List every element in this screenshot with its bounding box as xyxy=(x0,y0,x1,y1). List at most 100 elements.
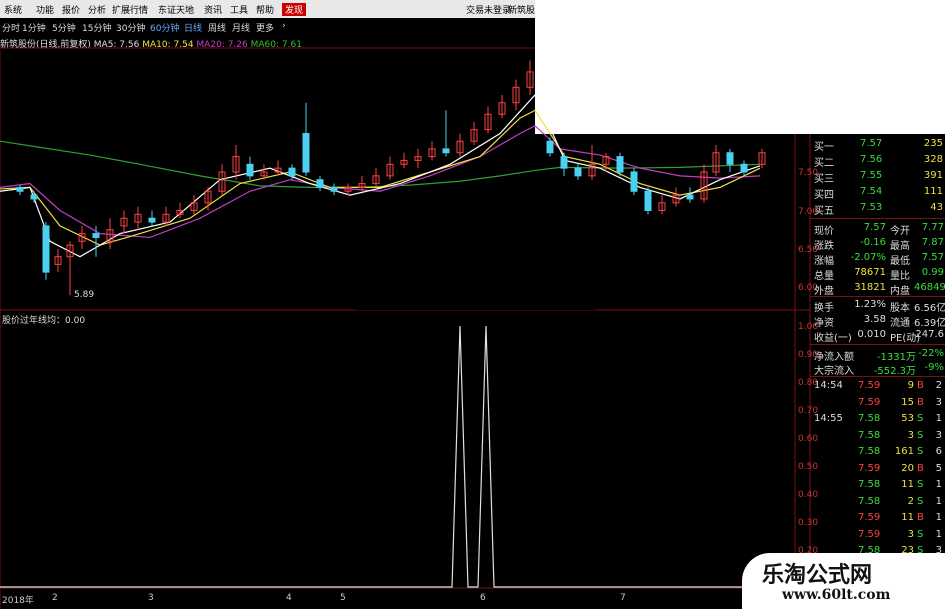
quote-stat-label: 内盘 xyxy=(890,286,910,297)
divider xyxy=(810,296,945,297)
date-axis-label: 2018年 xyxy=(2,596,34,606)
tick-price: 7.58 xyxy=(858,446,881,457)
order-book-price: 7.56 xyxy=(860,154,883,165)
tick-count: 3 xyxy=(935,396,942,408)
tick-price: 7.58 xyxy=(858,429,881,441)
date-axis-label: 7 xyxy=(620,593,626,603)
candle-body xyxy=(92,233,100,238)
tick-price: 7.59 xyxy=(858,462,881,474)
order-book-volume: 391 xyxy=(923,170,943,181)
quote-stat-value: 78671 xyxy=(854,267,886,278)
candle-body xyxy=(616,156,624,173)
quote-stat-label: 涨幅 xyxy=(814,256,834,267)
flow-value: -1331万 xyxy=(876,352,916,363)
tick-direction: B xyxy=(917,396,924,408)
tick-direction: S xyxy=(917,446,924,457)
quote-stat-value: 31821 xyxy=(854,282,886,293)
candle-body xyxy=(644,190,652,211)
quote-stat-label: 总量 xyxy=(814,271,834,282)
quote-stat-value: -2.07% xyxy=(850,252,886,263)
candle-body xyxy=(740,163,748,173)
flow-pct: -9% xyxy=(924,362,944,373)
tick-count: 1 xyxy=(935,528,942,540)
tick-volume: 11 xyxy=(901,479,914,490)
date-axis-label: 4 xyxy=(286,593,292,603)
chart-grid xyxy=(0,47,811,609)
tick-direction: S xyxy=(917,479,924,490)
tick-count: 6 xyxy=(935,446,942,457)
ma20-line xyxy=(0,125,761,239)
date-axis-label: 5 xyxy=(340,593,346,603)
flow-label: 净流入额 xyxy=(814,352,854,363)
tick-volume: 3 xyxy=(907,528,914,540)
fin-stat-value: 247.6 xyxy=(915,329,944,340)
tick-count: 1 xyxy=(935,512,942,523)
tick-volume: 9 xyxy=(907,380,914,391)
order-book-price: 7.54 xyxy=(860,186,883,197)
candles xyxy=(16,60,766,296)
tick-volume: 2 xyxy=(907,495,914,507)
tick-price: 7.59 xyxy=(858,512,881,523)
order-book-label: 买五 xyxy=(814,206,834,217)
quote-stat-value: 7.87 xyxy=(921,237,944,248)
tick-direction: B xyxy=(917,380,924,391)
candle-body xyxy=(148,217,156,223)
candle-body xyxy=(560,156,568,169)
tick-count: 2 xyxy=(935,380,942,391)
order-book-label: 买二 xyxy=(814,158,834,169)
date-axis-label: 3 xyxy=(148,593,154,603)
candle-body xyxy=(302,133,310,173)
tick-count: 3 xyxy=(935,429,942,441)
tick-volume: 11 xyxy=(901,512,914,523)
tick-volume: 3 xyxy=(907,429,914,441)
tick-price: 7.58 xyxy=(858,413,881,424)
quote-stat-label: 现价 xyxy=(814,226,834,237)
quote-stat-label: 量比 xyxy=(890,271,910,282)
order-book-price: 7.53 xyxy=(860,202,883,213)
divider xyxy=(810,218,945,219)
candle-body xyxy=(30,194,38,200)
order-book-label: 买三 xyxy=(814,174,834,185)
tick-price: 7.59 xyxy=(858,396,881,408)
quote-stat-value: 0.99 xyxy=(921,267,944,278)
tick-direction: S xyxy=(917,528,924,540)
tick-count: 1 xyxy=(935,479,942,490)
watermark: 乐淘公式网 www.60lt.com xyxy=(742,553,945,609)
tick-price: 7.58 xyxy=(858,479,881,490)
candle-body xyxy=(330,186,338,192)
divider xyxy=(810,376,945,377)
fin-stat-value: 6.39亿 xyxy=(914,318,945,329)
tick-count: 1 xyxy=(935,495,942,507)
ma60-line xyxy=(0,140,761,188)
watermark-url: www.60lt.com xyxy=(782,587,891,603)
fin-stat-value: 6.56亿 xyxy=(914,303,945,314)
tick-count: 5 xyxy=(935,462,942,474)
candle-body xyxy=(686,194,694,200)
tick-volume: 161 xyxy=(894,446,914,457)
quote-panel: 买一 7.57 235 买二 7.56 328 买三 7.55 391 买四 7.54 111 买五 7.… xyxy=(810,134,945,589)
candle-body xyxy=(42,225,50,273)
tick-volume: 15 xyxy=(901,396,914,408)
fin-stat-value: 1.23% xyxy=(854,299,886,310)
order-book-price: 7.57 xyxy=(860,138,883,149)
indicator-spike-line xyxy=(0,325,795,588)
quote-stat-value: 46849 xyxy=(914,282,945,293)
candle-body xyxy=(316,179,324,188)
quote-stat-value: -0.16 xyxy=(860,237,886,248)
order-book-label: 买一 xyxy=(814,142,834,153)
fin-stat-value: 0.010 xyxy=(857,329,886,340)
tick-time: 14:54 xyxy=(814,380,843,391)
order-book-volume: 111 xyxy=(923,186,943,197)
indicator-title: 股价过年线均：0.00 xyxy=(2,316,86,326)
quote-stat-value: 7.57 xyxy=(921,252,944,263)
ma10-line xyxy=(0,109,761,246)
quote-stat-label: 最低 xyxy=(890,256,910,267)
candle-body xyxy=(574,167,582,177)
tick-volume: 53 xyxy=(901,413,914,424)
tick-price: 7.59 xyxy=(858,528,881,540)
fin-stat-label: 换手 xyxy=(814,303,834,314)
candle-body xyxy=(630,171,638,192)
order-book-price: 7.55 xyxy=(860,170,883,181)
ma5-line xyxy=(0,93,761,258)
quote-stat-value: 7.57 xyxy=(863,222,886,233)
